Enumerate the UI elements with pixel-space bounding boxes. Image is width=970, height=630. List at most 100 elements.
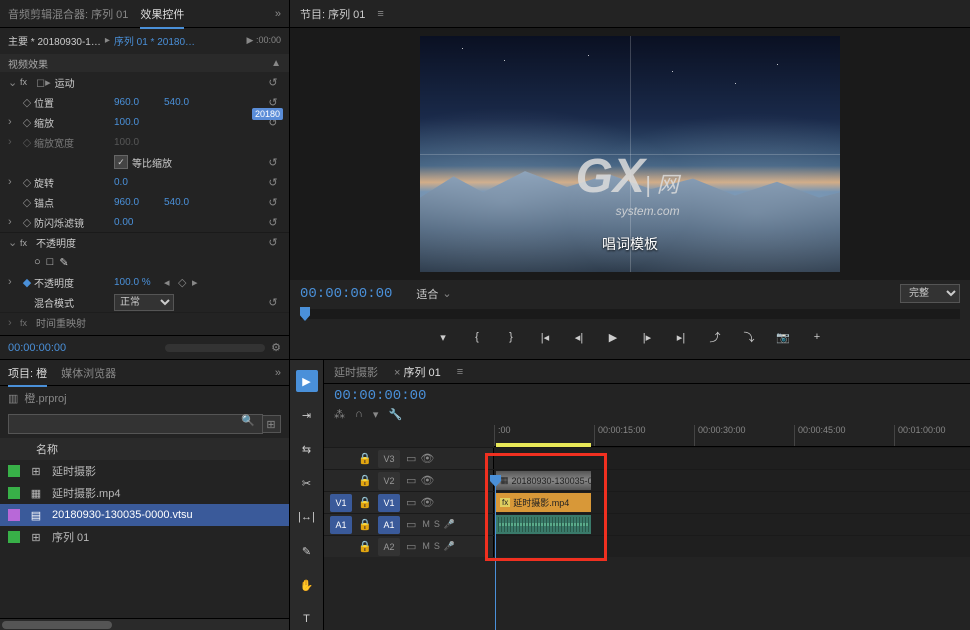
stopwatch-icon[interactable]: ◇	[20, 196, 34, 209]
stopwatch-icon[interactable]: ◆	[20, 276, 34, 289]
reset-icon[interactable]: ↺	[265, 156, 281, 169]
program-tab[interactable]: 节目: 序列 01	[300, 6, 365, 22]
extract-icon[interactable]: ⤵	[740, 329, 758, 345]
opacity-masks[interactable]: ○ □ ✎	[0, 252, 289, 272]
tab-effect-controls[interactable]: 效果控件	[140, 6, 184, 22]
fit-label[interactable]: 适合	[416, 286, 438, 302]
prev-keyframe-icon[interactable]: ◂	[164, 276, 178, 289]
eye-icon[interactable]: 👁	[420, 474, 434, 487]
source-patch[interactable]: A1	[330, 516, 352, 534]
toggle-track-output-icon[interactable]: ▭	[406, 474, 416, 487]
blend-mode-select[interactable]: 正常	[114, 294, 174, 311]
search-input[interactable]	[8, 414, 263, 434]
program-timecode[interactable]: 00:00:00:00	[300, 286, 392, 302]
reset-icon[interactable]: ↺	[265, 236, 281, 249]
razor-tool-icon[interactable]: ✂	[296, 472, 318, 494]
panel-menu-icon[interactable]: »	[275, 367, 281, 379]
reset-icon[interactable]: ↺	[265, 176, 281, 189]
settings-icon[interactable]: ⚙	[271, 341, 281, 354]
link-icon[interactable]: ∩	[355, 408, 363, 421]
track-target[interactable]: A1	[378, 516, 400, 534]
lock-icon[interactable]: 🔒	[358, 452, 372, 465]
timeline-tab[interactable]: × 序列 01	[394, 364, 441, 380]
selection-tool-icon[interactable]: ▶	[296, 370, 318, 392]
next-keyframe-icon[interactable]: ▸	[192, 276, 206, 289]
rotation-value[interactable]: 0.0	[114, 177, 164, 188]
add-keyframe-icon[interactable]: ◇	[178, 276, 192, 289]
program-scrubber[interactable]	[300, 309, 960, 319]
go-to-in-icon[interactable]: |◂	[536, 331, 554, 344]
work-area-bar[interactable]	[496, 443, 591, 447]
mark-out-icon[interactable]: }	[502, 331, 520, 343]
timeline-timecode[interactable]: 00:00:00:00	[334, 388, 960, 404]
stopwatch-icon[interactable]: ◇	[20, 216, 34, 229]
ec-sequence-ref[interactable]: 序列 01 * 20180…	[114, 33, 195, 48]
lock-icon[interactable]: 🔒	[358, 496, 372, 509]
reset-icon[interactable]: ↺	[265, 296, 281, 309]
lock-icon[interactable]: 🔒	[358, 518, 372, 531]
reset-icon[interactable]: ↺	[265, 76, 281, 89]
reset-icon[interactable]: ↺	[265, 96, 281, 109]
track-target[interactable]: V2	[378, 472, 400, 490]
search-icon[interactable]: 🔍	[241, 414, 255, 434]
export-frame-icon[interactable]: 📷	[774, 331, 792, 344]
pen-mask-icon[interactable]: ✎	[59, 256, 68, 269]
add-marker-icon[interactable]: ▾	[434, 331, 452, 344]
stopwatch-icon[interactable]: ◇	[20, 96, 34, 109]
mute-button[interactable]: M	[422, 519, 430, 530]
marker-icon[interactable]: ▾	[373, 408, 379, 421]
tab-media-browser[interactable]: 媒体浏览器	[61, 365, 116, 381]
position-y[interactable]: 540.0	[164, 97, 214, 108]
lift-icon[interactable]: ⤴	[706, 329, 724, 345]
tab-project[interactable]: 项目: 橙	[8, 365, 47, 381]
toggle-track-output-icon[interactable]: ▭	[406, 540, 416, 553]
settings-icon[interactable]: 🔧	[388, 408, 402, 421]
mark-in-icon[interactable]: {	[468, 331, 486, 343]
track-target[interactable]: V3	[378, 450, 400, 468]
list-item[interactable]: ▦ 延时摄影.mp4	[0, 482, 289, 504]
lock-icon[interactable]: 🔒	[358, 474, 372, 487]
source-patch[interactable]: V1	[330, 494, 352, 512]
project-column-name[interactable]: 名称	[0, 438, 289, 460]
toggle-track-output-icon[interactable]: ▭	[406, 518, 416, 531]
button-editor-icon[interactable]: +	[808, 331, 826, 343]
step-back-icon[interactable]: ◂|	[570, 331, 588, 344]
go-to-out-icon[interactable]: ▸|	[672, 331, 690, 344]
stopwatch-icon[interactable]: ◇	[20, 176, 34, 189]
tab-audio-mixer[interactable]: 音频剪辑混合器: 序列 01	[8, 6, 128, 22]
panel-menu-icon[interactable]: ≡	[377, 8, 383, 20]
resolution-select[interactable]: 完整	[900, 284, 960, 303]
fx-motion[interactable]: ⌄fx ◻▸ 运动 ↺	[0, 72, 289, 92]
play-icon[interactable]: ▶	[604, 331, 622, 344]
snap-icon[interactable]: ⁂	[334, 408, 345, 421]
list-item[interactable]: ⊞ 序列 01	[0, 526, 289, 548]
voiceover-icon[interactable]: 🎤	[444, 519, 455, 530]
track-select-tool-icon[interactable]: ⇥	[296, 404, 318, 426]
step-forward-icon[interactable]: |▸	[638, 331, 656, 344]
reset-icon[interactable]: ↺	[265, 196, 281, 209]
type-tool-icon[interactable]: T	[296, 608, 318, 630]
fx-opacity[interactable]: ⌄fx 不透明度 ↺	[0, 232, 289, 252]
track-target[interactable]: V1	[378, 494, 400, 512]
voiceover-icon[interactable]: 🎤	[444, 541, 455, 552]
playhead-icon[interactable]	[300, 307, 310, 321]
toggle-track-output-icon[interactable]: ▭	[406, 452, 416, 465]
slip-tool-icon[interactable]: |↔|	[296, 506, 318, 528]
fx-time-remap[interactable]: ›fx 时间重映射	[0, 312, 289, 332]
scale-value[interactable]: 100.0	[114, 117, 164, 128]
rect-mask-icon[interactable]: □	[47, 256, 54, 269]
program-viewer[interactable]: 唱词模板 GX| 网 system.com	[290, 28, 970, 280]
project-scrollbar[interactable]	[0, 618, 289, 630]
ec-timecode[interactable]: 00:00:00:00	[8, 342, 66, 354]
reset-icon[interactable]: ↺	[265, 216, 281, 229]
solo-button[interactable]: S	[434, 519, 440, 530]
panel-menu-icon[interactable]: »	[275, 8, 281, 20]
ec-scrollbar[interactable]	[165, 344, 265, 352]
lock-icon[interactable]: 🔒	[358, 540, 372, 553]
list-item[interactable]: ⊞ 延时摄影	[0, 460, 289, 482]
pen-tool-icon[interactable]: ✎	[296, 540, 318, 562]
eye-icon[interactable]: 👁	[420, 496, 434, 509]
new-bin-icon[interactable]: ⊞	[261, 415, 281, 433]
timeline-tab[interactable]: 延时摄影	[334, 364, 378, 380]
stopwatch-icon[interactable]: ◇	[20, 116, 34, 129]
